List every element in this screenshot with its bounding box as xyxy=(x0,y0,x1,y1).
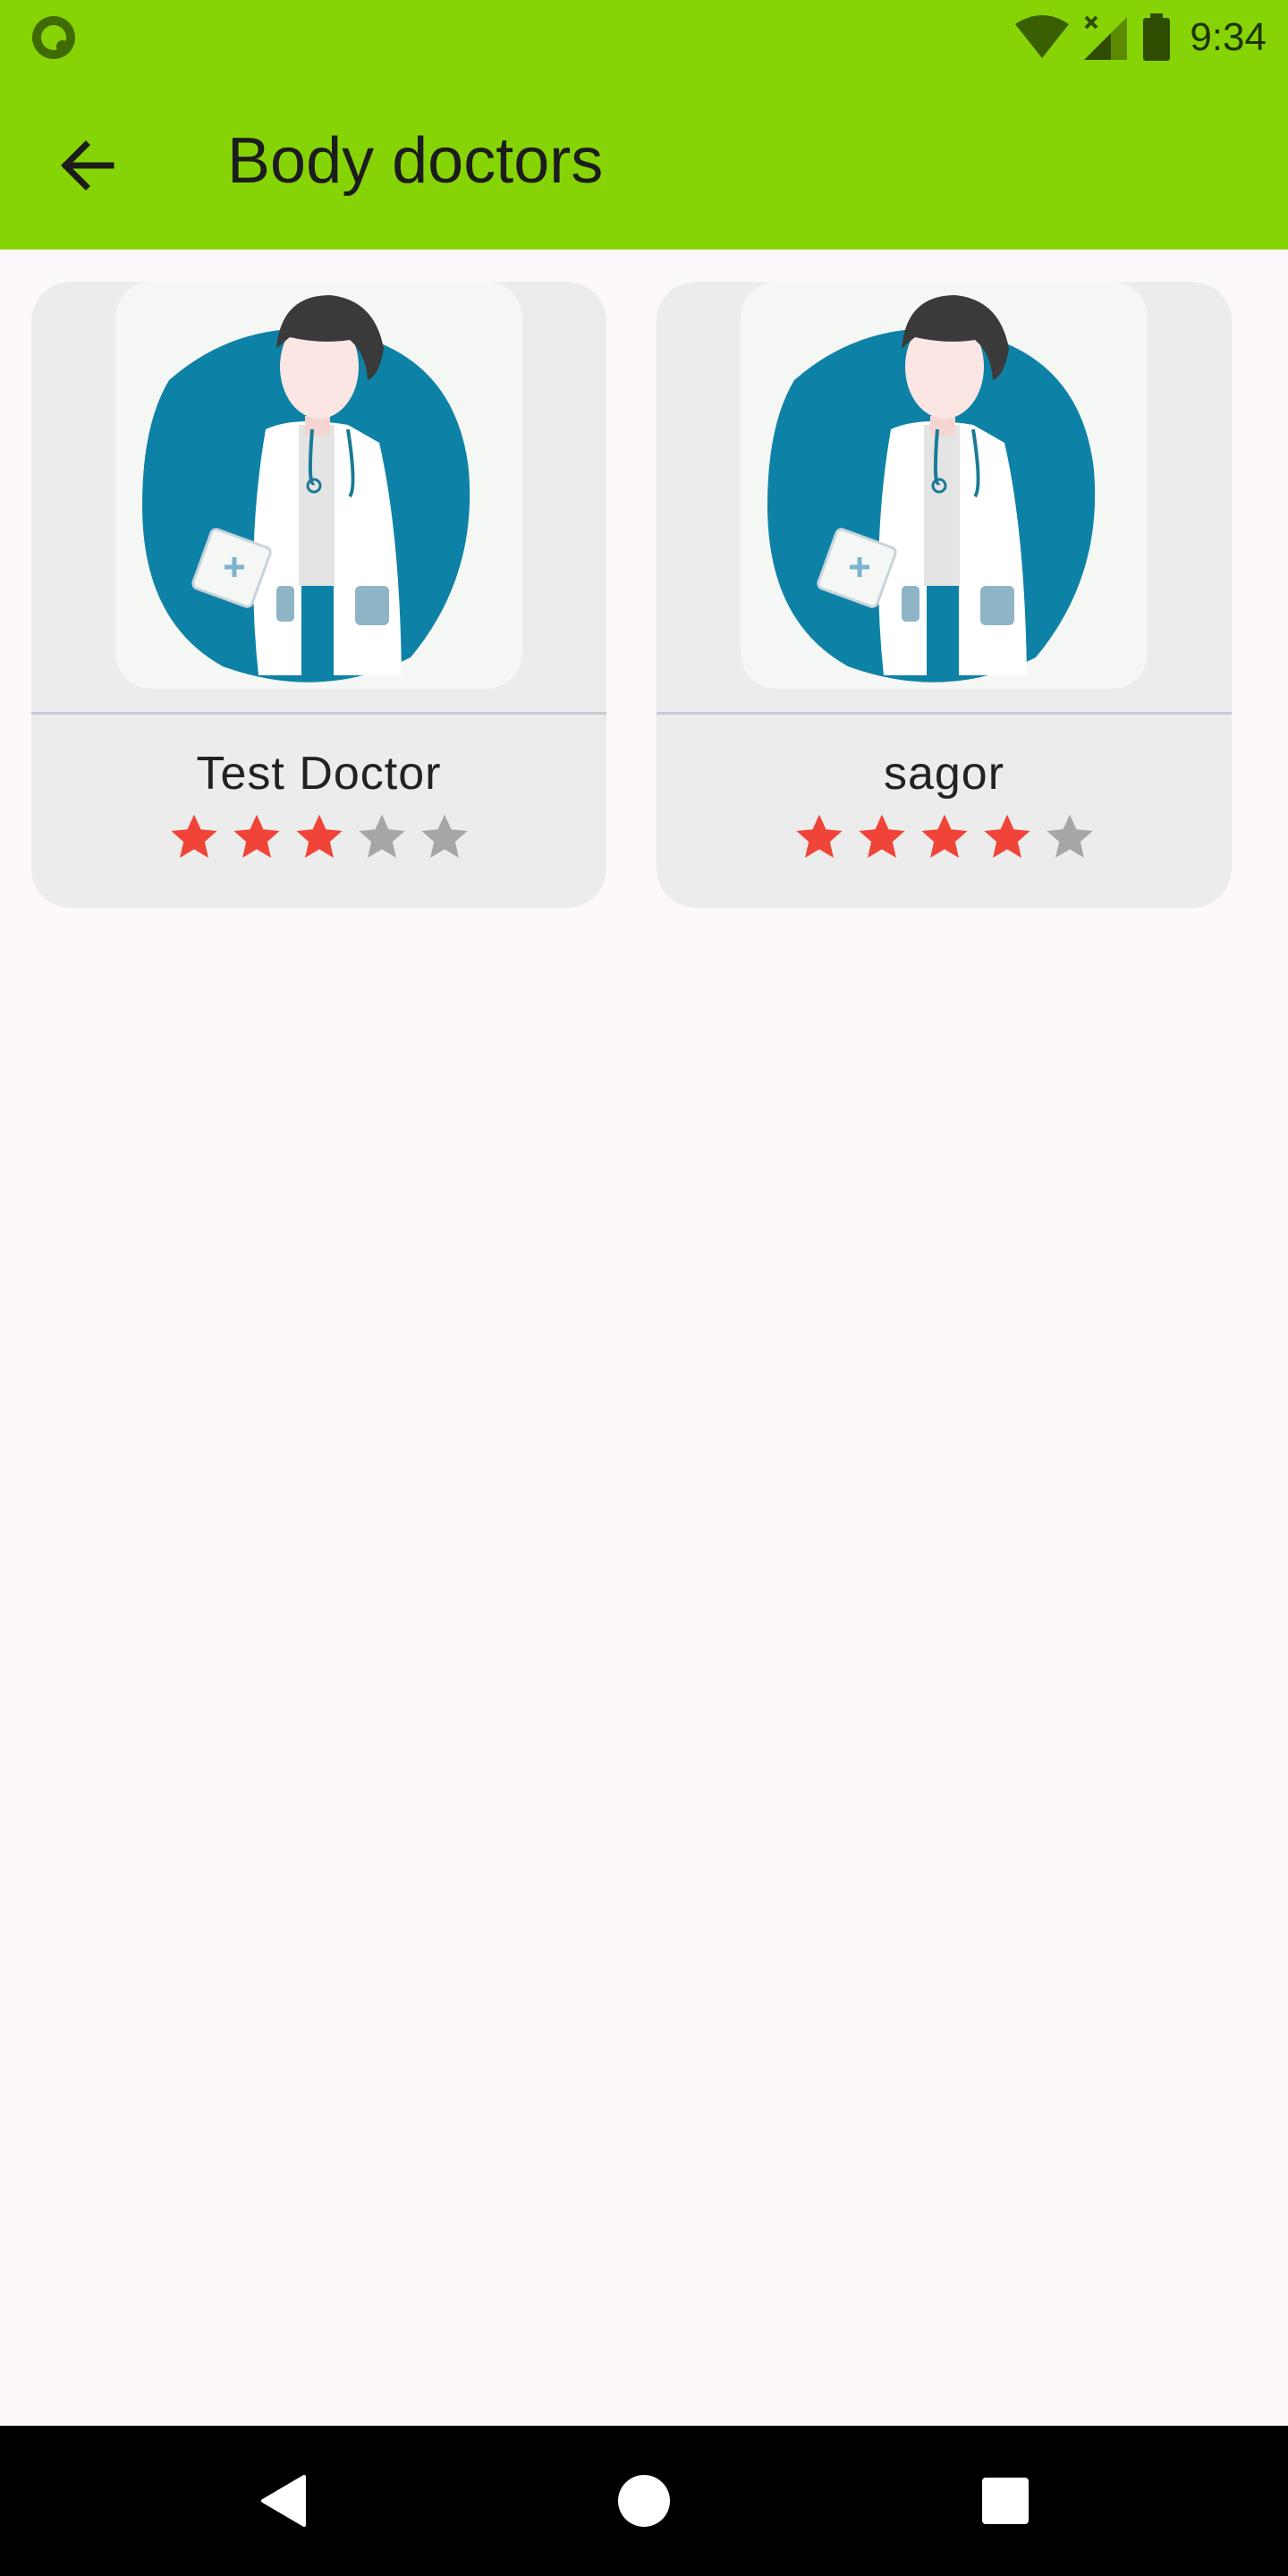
page-title: Body doctors xyxy=(227,125,604,197)
card-divider xyxy=(657,712,1232,715)
star-filled-icon xyxy=(170,814,217,858)
star-empty-icon xyxy=(1046,814,1093,858)
star-filled-icon xyxy=(795,814,843,858)
battery-icon xyxy=(1143,13,1171,61)
star-filled-icon xyxy=(858,814,905,858)
cellular-signal-icon xyxy=(1084,15,1128,60)
nav-back-button[interactable] xyxy=(208,2426,358,2576)
doctor-grid: Test Doctor sagor xyxy=(31,282,1232,908)
doctor-name: Test Doctor xyxy=(196,748,442,800)
doctor-avatar xyxy=(115,282,522,689)
status-bar: 9:34 xyxy=(0,0,1288,75)
home-circle-icon xyxy=(618,2475,670,2527)
doctor-card[interactable]: sagor xyxy=(657,282,1232,908)
status-time: 9:34 xyxy=(1190,15,1267,59)
arrow-back-icon xyxy=(61,140,114,191)
star-rating xyxy=(31,811,606,863)
doctor-avatar xyxy=(741,282,1148,689)
notification-icon xyxy=(32,16,75,59)
star-filled-icon xyxy=(233,814,280,858)
star-filled-icon xyxy=(920,814,968,858)
doctor-card[interactable]: Test Doctor xyxy=(31,282,606,908)
back-button[interactable] xyxy=(47,125,127,206)
nav-recents-button[interactable] xyxy=(930,2426,1080,2576)
star-filled-icon xyxy=(295,814,343,858)
wifi-icon xyxy=(1015,15,1070,58)
system-nav-bar xyxy=(0,2426,1288,2576)
doctor-name: sagor xyxy=(883,748,1005,800)
star-empty-icon xyxy=(358,814,405,858)
back-triangle-icon xyxy=(261,2475,306,2527)
star-rating xyxy=(657,811,1232,863)
status-icons: 9:34 xyxy=(1014,11,1267,64)
recents-square-icon xyxy=(982,2478,1029,2524)
app-bar: 9:34 Body doctors xyxy=(0,0,1288,250)
card-divider xyxy=(31,712,606,715)
star-empty-icon xyxy=(420,814,468,858)
star-filled-icon xyxy=(983,814,1030,858)
nav-home-button[interactable] xyxy=(569,2426,719,2576)
